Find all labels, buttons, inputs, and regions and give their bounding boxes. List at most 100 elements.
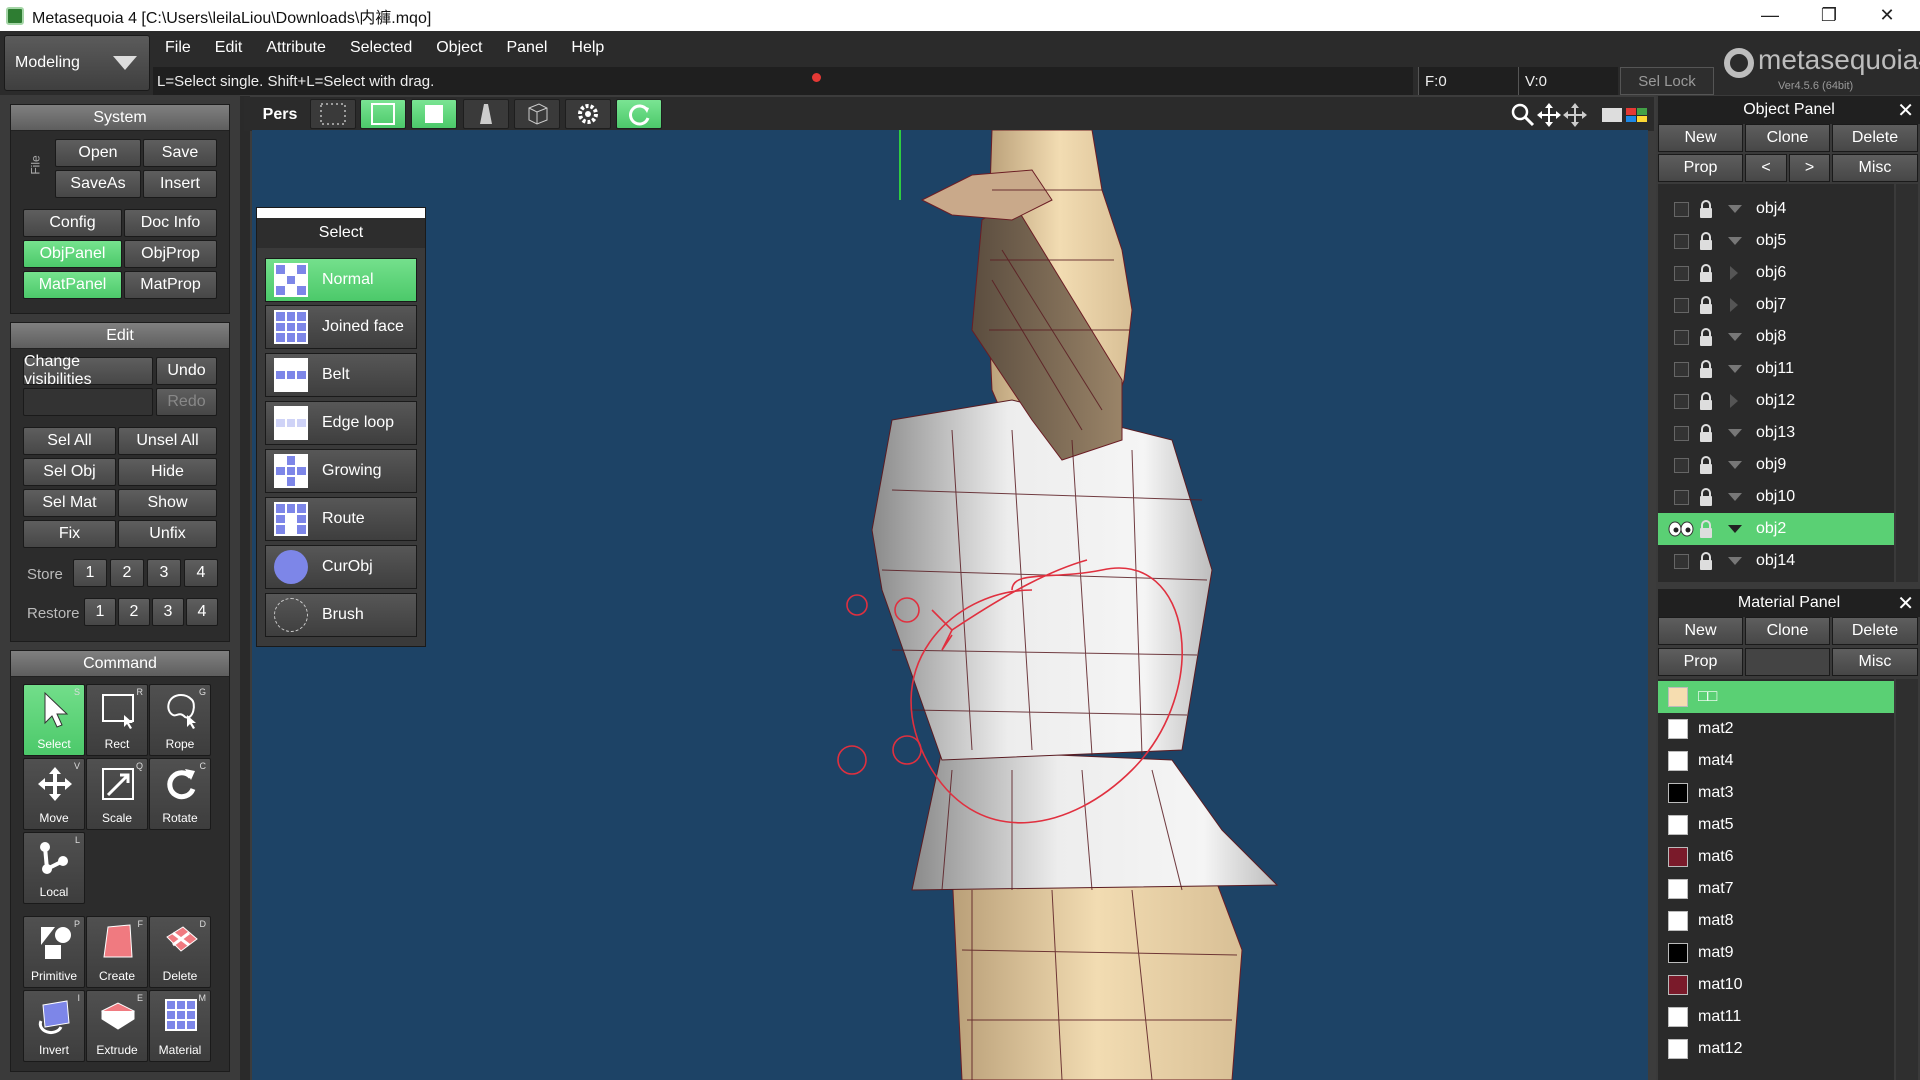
restore-slot-1[interactable]: 1	[84, 598, 116, 626]
store-slot-1[interactable]: 1	[73, 559, 107, 587]
lock-icon[interactable]	[1698, 295, 1714, 315]
scale-command-button[interactable]: Q Scale	[86, 758, 148, 830]
material-delete-button[interactable]: Delete	[1832, 617, 1918, 645]
object-new-button[interactable]: New	[1658, 124, 1743, 152]
menu-panel[interactable]: Panel	[494, 39, 559, 57]
save-button[interactable]: Save	[143, 139, 217, 167]
lock-icon[interactable]	[1698, 423, 1714, 443]
lock-icon[interactable]	[1698, 359, 1714, 379]
zoom-icon[interactable]	[1510, 102, 1536, 128]
menu-edit[interactable]: Edit	[203, 39, 255, 57]
restore-slot-2[interactable]: 2	[118, 598, 150, 626]
material-clone-button[interactable]: Clone	[1745, 617, 1830, 645]
open-button[interactable]: Open	[55, 139, 141, 167]
matprop-button[interactable]: MatProp	[124, 271, 217, 299]
lock-icon[interactable]	[1698, 551, 1714, 571]
show-button[interactable]: Show	[118, 489, 217, 517]
objprop-button[interactable]: ObjProp	[124, 240, 217, 268]
restore-slot-4[interactable]: 4	[186, 598, 218, 626]
menu-object[interactable]: Object	[424, 39, 494, 57]
sel-lock-button[interactable]: Sel Lock	[1620, 67, 1714, 95]
object-row[interactable]: obj6	[1658, 257, 1894, 289]
lock-icon[interactable]	[1698, 327, 1714, 347]
matpanel-button[interactable]: MatPanel	[23, 271, 122, 299]
docinfo-button[interactable]: Doc Info	[124, 209, 217, 237]
material-row[interactable]: mat5	[1658, 809, 1894, 841]
3d-viewport[interactable]	[252, 130, 1648, 1080]
config-button[interactable]: Config	[23, 209, 122, 237]
create-command-button[interactable]: F Create	[86, 916, 148, 988]
visibility-checkbox[interactable]	[1674, 553, 1689, 569]
lock-icon[interactable]	[1698, 199, 1714, 219]
visibility-checkbox[interactable]	[1674, 201, 1689, 217]
material-prop-button[interactable]: Prop	[1658, 648, 1743, 676]
visibility-checkbox[interactable]	[1674, 393, 1689, 409]
left-scrollbar[interactable]	[240, 96, 250, 1080]
menu-file[interactable]: File	[153, 39, 203, 57]
redo-button[interactable]: Redo	[156, 388, 217, 416]
rope-command-button[interactable]: G Rope	[149, 684, 211, 756]
insert-button[interactable]: Insert	[143, 170, 217, 198]
menu-help[interactable]: Help	[559, 39, 616, 57]
object-row[interactable]: obj13	[1658, 417, 1894, 449]
menu-attribute[interactable]: Attribute	[254, 39, 338, 57]
face-display-button[interactable]	[411, 99, 457, 129]
material-row[interactable]: mat9	[1658, 937, 1894, 969]
object-clone-button[interactable]: Clone	[1745, 124, 1830, 152]
undo-button[interactable]: Undo	[156, 357, 217, 385]
objpanel-button[interactable]: ObjPanel	[23, 240, 122, 268]
store-slot-3[interactable]: 3	[147, 559, 181, 587]
material-row[interactable]: mat8	[1658, 905, 1894, 937]
object-row[interactable]: obj4	[1658, 193, 1894, 225]
object-row[interactable]: obj2	[1658, 513, 1894, 545]
object-delete-button[interactable]: Delete	[1832, 124, 1918, 152]
fix-button[interactable]: Fix	[23, 520, 116, 548]
object-row[interactable]: obj7	[1658, 289, 1894, 321]
rect-command-button[interactable]: R Rect	[86, 684, 148, 756]
view-settings-button[interactable]	[565, 99, 611, 129]
primitive-command-button[interactable]: P Primitive	[23, 916, 85, 988]
visibility-checkbox[interactable]	[1674, 329, 1689, 345]
object-row[interactable]: obj8	[1658, 321, 1894, 353]
unsel-all-button[interactable]: Unsel All	[118, 427, 217, 455]
chevron-down-icon[interactable]	[1728, 205, 1742, 213]
object-next-button[interactable]: >	[1789, 154, 1830, 182]
rotate-command-button[interactable]: C Rotate	[149, 758, 211, 830]
visibility-checkbox[interactable]	[1674, 457, 1689, 473]
orbit-icon[interactable]	[1562, 102, 1588, 128]
material-row[interactable]: mat12	[1658, 1033, 1894, 1065]
store-slot-2[interactable]: 2	[110, 559, 144, 587]
material-new-button[interactable]: New	[1658, 617, 1743, 645]
chevron-down-icon[interactable]	[1728, 237, 1742, 245]
select-mode-brush[interactable]: Brush	[265, 593, 417, 637]
material-row[interactable]: mat6	[1658, 841, 1894, 873]
chevron-down-icon[interactable]	[1728, 557, 1742, 565]
move-command-button[interactable]: V Move	[23, 758, 85, 830]
material-list-scrollbar[interactable]	[1896, 679, 1918, 1080]
grid-display-button[interactable]	[514, 99, 560, 129]
visibility-checkbox[interactable]	[1674, 361, 1689, 377]
material-row[interactable]: □□	[1658, 681, 1894, 713]
object-row[interactable]: obj12	[1658, 385, 1894, 417]
chevron-down-icon[interactable]	[1728, 365, 1742, 373]
close-icon[interactable]: ✕	[1897, 591, 1914, 616]
material-row[interactable]: mat10	[1658, 969, 1894, 1001]
delete-command-button[interactable]: D Delete	[149, 916, 211, 988]
chevron-down-icon[interactable]	[1728, 333, 1742, 341]
lock-icon[interactable]	[1698, 455, 1714, 475]
object-prev-button[interactable]: <	[1745, 154, 1787, 182]
lock-icon[interactable]	[1698, 487, 1714, 507]
unfix-button[interactable]: Unfix	[118, 520, 217, 548]
extrude-command-button[interactable]: E Extrude	[86, 990, 148, 1062]
select-mode-route[interactable]: Route	[265, 497, 417, 541]
object-row[interactable]: obj5	[1658, 225, 1894, 257]
minimize-button[interactable]: —	[1741, 0, 1799, 31]
visibility-checkbox[interactable]	[1674, 297, 1689, 313]
material-row[interactable]: mat3	[1658, 777, 1894, 809]
hidden-line-button[interactable]	[463, 99, 509, 129]
material-row[interactable]: mat2	[1658, 713, 1894, 745]
local-command-button[interactable]: L Local	[23, 832, 85, 904]
select-mode-belt[interactable]: Belt	[265, 353, 417, 397]
visible-eye-icon[interactable]	[1668, 521, 1694, 537]
store-slot-4[interactable]: 4	[184, 559, 218, 587]
